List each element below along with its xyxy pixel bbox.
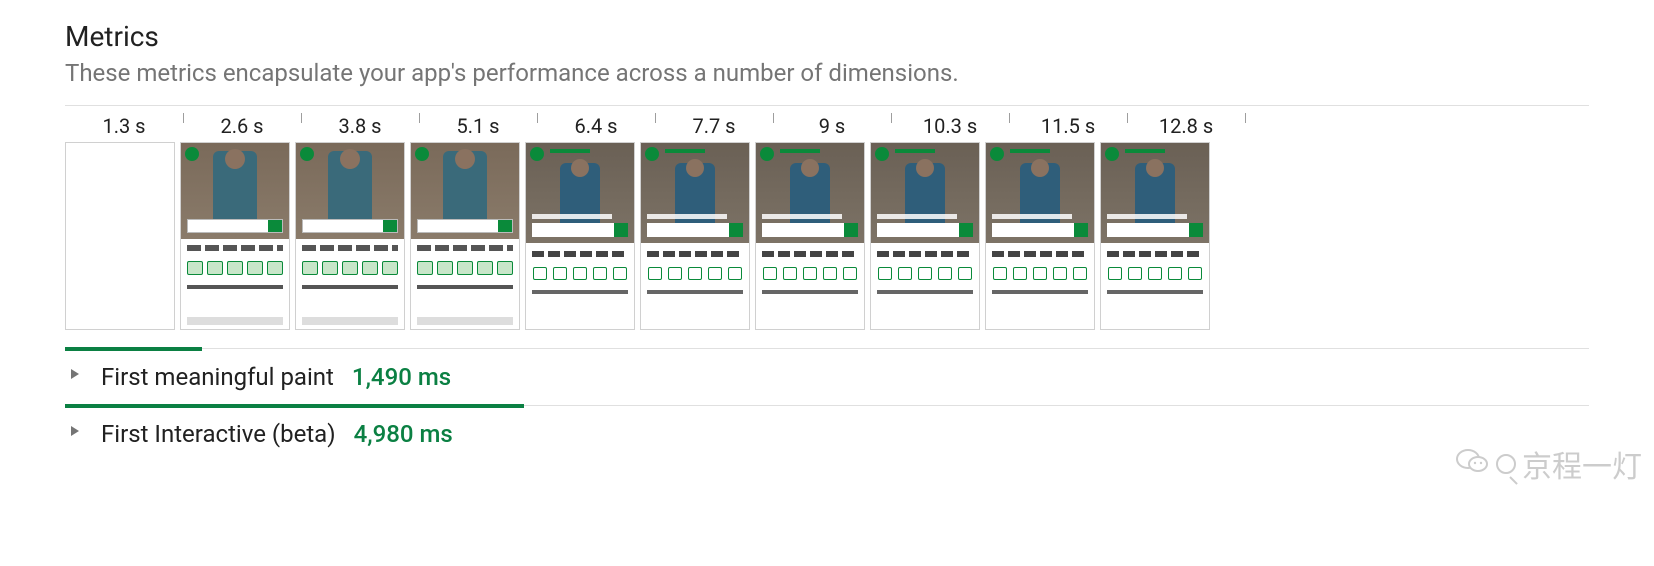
filmstrip-time-col: 2.6 s bbox=[183, 106, 301, 142]
filmstrip-frames bbox=[65, 142, 1589, 348]
filmstrip-frame[interactable] bbox=[640, 142, 750, 330]
metric-name: First Interactive (beta) bbox=[101, 420, 336, 448]
filmstrip-time-label: 11.5 s bbox=[1009, 106, 1127, 142]
filmstrip-time-col: 6.4 s bbox=[537, 106, 655, 142]
metric-row: First meaningful paint 1,490 ms bbox=[65, 348, 1589, 405]
filmstrip-frame[interactable] bbox=[755, 142, 865, 330]
filmstrip-frame[interactable] bbox=[985, 142, 1095, 330]
filmstrip-time-label: 5.1 s bbox=[419, 106, 537, 142]
filmstrip-time-col: 1.3 s bbox=[65, 106, 183, 142]
filmstrip-time-col: 12.8 s bbox=[1127, 106, 1245, 142]
filmstrip-frame[interactable] bbox=[295, 142, 405, 330]
filmstrip-time-label: 9 s bbox=[773, 106, 891, 142]
metric-progress-bar bbox=[65, 347, 202, 351]
metric-row: First Interactive (beta) 4,980 ms bbox=[65, 405, 1589, 462]
metric-progress-bar bbox=[65, 404, 524, 408]
filmstrip-frame[interactable] bbox=[180, 142, 290, 330]
expand-toggle-icon[interactable] bbox=[71, 426, 79, 436]
tick-icon bbox=[1245, 113, 1246, 123]
filmstrip-frame[interactable] bbox=[870, 142, 980, 330]
filmstrip-time-col: 5.1 s bbox=[419, 106, 537, 142]
filmstrip-time-label: 6.4 s bbox=[537, 106, 655, 142]
filmstrip-time-label: 10.3 s bbox=[891, 106, 1009, 142]
filmstrip-time-label: 1.3 s bbox=[65, 106, 183, 142]
metric-value: 4,980 ms bbox=[354, 420, 453, 448]
metrics-subheading: These metrics encapsulate your app's per… bbox=[65, 59, 1589, 87]
metrics-heading: Metrics bbox=[65, 20, 1589, 53]
filmstrip-time-label: 2.6 s bbox=[183, 106, 301, 142]
expand-toggle-icon[interactable] bbox=[71, 369, 79, 379]
filmstrip-frame[interactable] bbox=[1100, 142, 1210, 330]
metrics-list: First meaningful paint 1,490 ms First Inte… bbox=[65, 348, 1589, 462]
filmstrip-time-label: 7.7 s bbox=[655, 106, 773, 142]
filmstrip-timeline: 1.3 s2.6 s3.8 s5.1 s6.4 s7.7 s9 s10.3 s1… bbox=[65, 105, 1589, 348]
filmstrip-time-col: 10.3 s bbox=[891, 106, 1009, 142]
filmstrip-time-label: 12.8 s bbox=[1127, 106, 1245, 142]
metric-name: First meaningful paint bbox=[101, 363, 334, 391]
filmstrip-frame[interactable] bbox=[525, 142, 635, 330]
filmstrip-time-labels: 1.3 s2.6 s3.8 s5.1 s6.4 s7.7 s9 s10.3 s1… bbox=[65, 106, 1589, 142]
filmstrip-time-label: 3.8 s bbox=[301, 106, 419, 142]
filmstrip-frame[interactable] bbox=[410, 142, 520, 330]
filmstrip-time-col: 9 s bbox=[773, 106, 891, 142]
filmstrip-frame[interactable] bbox=[65, 142, 175, 330]
metric-value: 1,490 ms bbox=[352, 363, 451, 391]
filmstrip-time-col: 7.7 s bbox=[655, 106, 773, 142]
filmstrip-time-col: 3.8 s bbox=[301, 106, 419, 142]
filmstrip-time-col: 11.5 s bbox=[1009, 106, 1127, 142]
